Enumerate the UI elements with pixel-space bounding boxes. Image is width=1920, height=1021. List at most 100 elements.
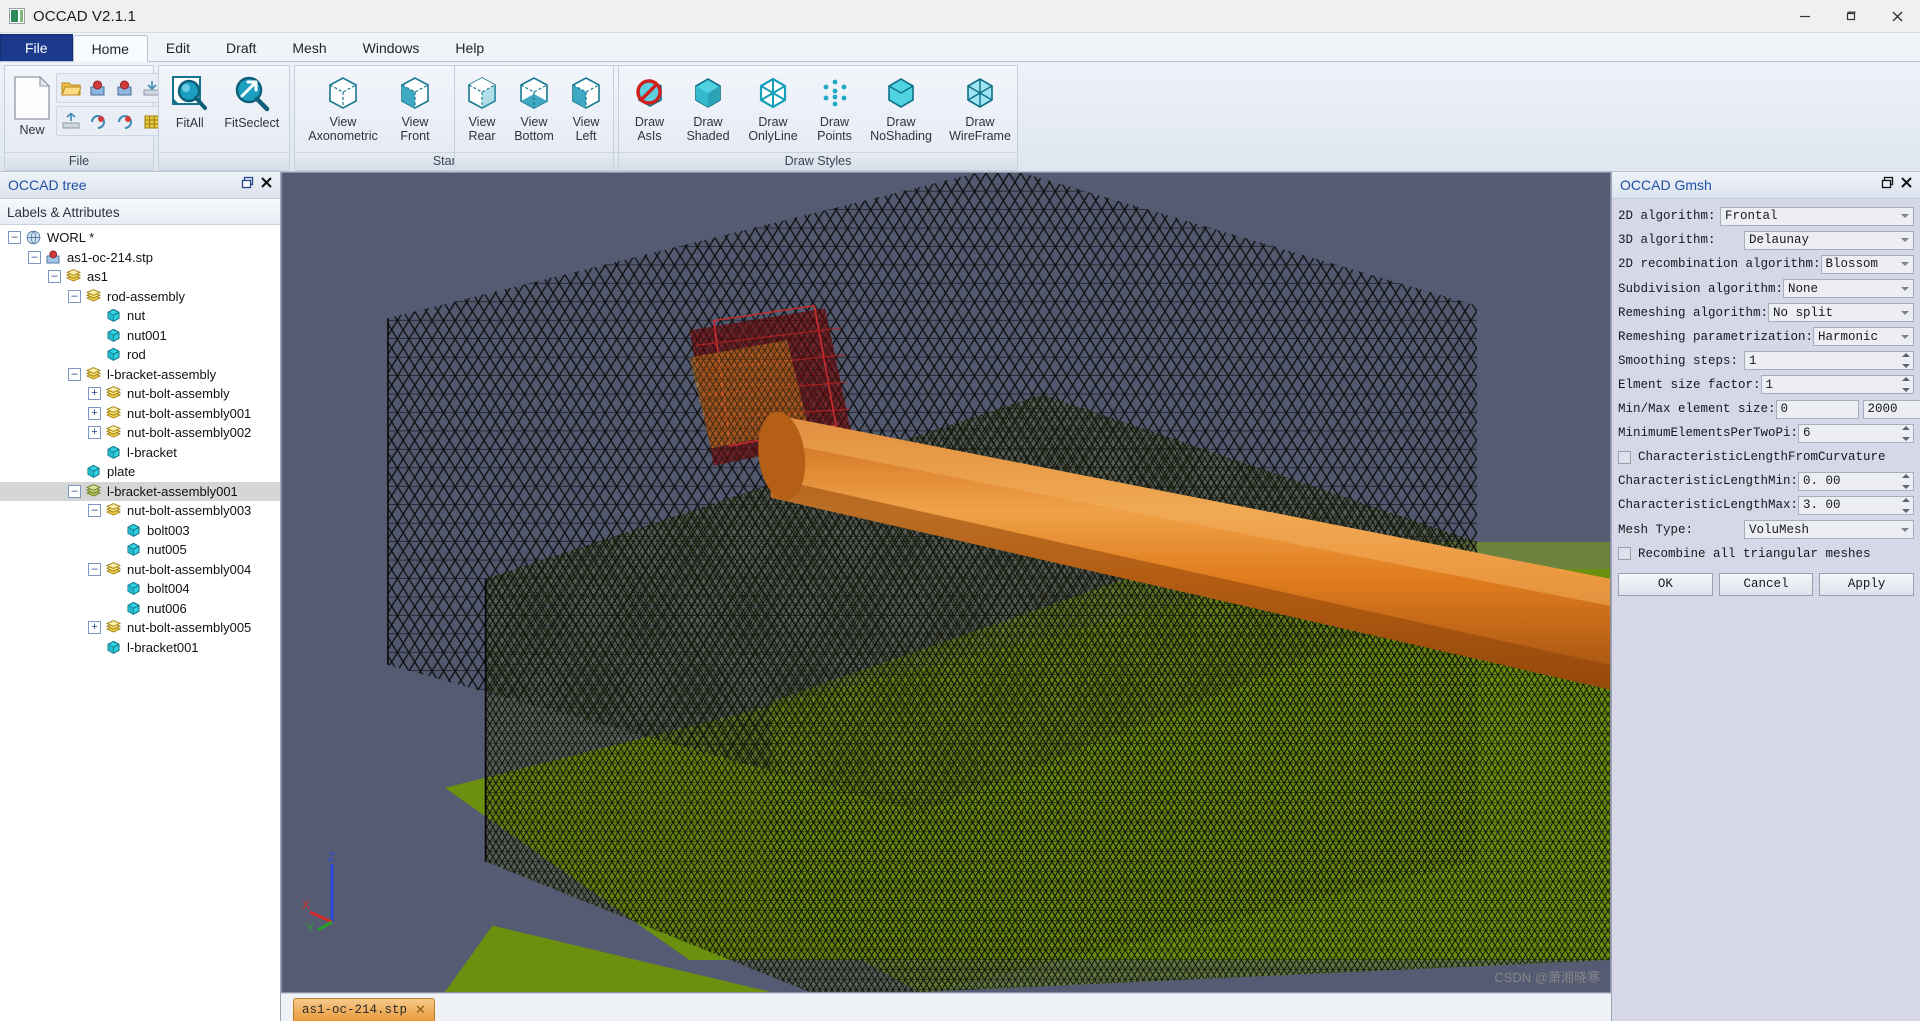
- draw-onlyline-button[interactable]: Draw OnlyLine: [739, 71, 807, 145]
- tree-item-selected[interactable]: – l-bracket-assembly001: [0, 481, 280, 501]
- menu-tab-mesh[interactable]: Mesh: [274, 34, 344, 61]
- view-rear-button[interactable]: View Rear: [458, 71, 506, 145]
- remeshing-parametrization-input[interactable]: Harmonic: [1813, 327, 1914, 347]
- tree-item[interactable]: – rod-assembly: [0, 287, 280, 307]
- collapse-icon[interactable]: –: [28, 250, 41, 264]
- new-button[interactable]: New: [8, 69, 56, 140]
- menu-tab-edit[interactable]: Edit: [148, 34, 208, 61]
- collapse-icon[interactable]: –: [68, 289, 81, 303]
- collapse-icon[interactable]: –: [48, 270, 61, 284]
- tree-toggle-none: [88, 446, 101, 459]
- elment-size-factor-input[interactable]: 1: [1760, 375, 1914, 395]
- restore-icon[interactable]: [241, 176, 254, 194]
- restore-icon[interactable]: [1881, 176, 1894, 194]
- tree-item[interactable]: – as1-oc-214.stp: [0, 248, 280, 268]
- tree-item[interactable]: – nut-bolt-assembly003: [0, 501, 280, 521]
- expand-icon[interactable]: +: [88, 426, 101, 440]
- tree-item[interactable]: – WORL *: [0, 228, 280, 248]
- 3d-viewport[interactable]: Z Y X CSDN @萧湘晓寒: [281, 172, 1611, 993]
- fit-all-button[interactable]: FitAll: [163, 72, 217, 133]
- save-button[interactable]: [59, 109, 83, 133]
- draw-shaded-button[interactable]: Draw Shaded: [677, 71, 739, 145]
- tree-item[interactable]: – nut-bolt-assembly004: [0, 560, 280, 580]
- draw-noshading-button[interactable]: Draw NoShading: [862, 71, 940, 145]
- tree-item[interactable]: nut001: [0, 326, 280, 346]
- tree-item[interactable]: bolt004: [0, 579, 280, 599]
- tree-item[interactable]: plate: [0, 462, 280, 482]
- collapse-icon[interactable]: –: [88, 504, 101, 518]
- tree-item[interactable]: bolt003: [0, 521, 280, 541]
- minimum-elements-per-two-pi-input[interactable]: 6: [1798, 423, 1914, 443]
- collapse-icon[interactable]: –: [8, 231, 21, 245]
- refresh-button[interactable]: [86, 109, 110, 133]
- view-axonometric-button[interactable]: View Axonometric: [298, 71, 388, 145]
- mesh-type-input[interactable]: VoluMesh: [1744, 520, 1914, 540]
- tree-item[interactable]: nut: [0, 306, 280, 326]
- tree-item[interactable]: – as1: [0, 267, 280, 287]
- 2d-recombination-algorithm-input[interactable]: Blossom: [1820, 254, 1914, 274]
- tree-item[interactable]: nut006: [0, 599, 280, 619]
- tree-item[interactable]: l-bracket001: [0, 638, 280, 658]
- smoothing-steps-input[interactable]: 1: [1744, 351, 1914, 371]
- import-step-button[interactable]: [86, 76, 110, 100]
- view-bottom-button[interactable]: View Bottom: [506, 71, 562, 145]
- close-icon[interactable]: ✕: [415, 1002, 426, 1018]
- tree-body[interactable]: – WORL * – as1-oc-214.stp – as1– rod-assembly n…: [0, 225, 280, 1021]
- import-iges-button[interactable]: [113, 76, 137, 100]
- menu-tab-help[interactable]: Help: [437, 34, 502, 61]
- draw-asis-button[interactable]: Draw AsIs: [622, 71, 677, 145]
- menu-tab-draft[interactable]: Draft: [208, 34, 274, 61]
- reload-button[interactable]: [113, 109, 137, 133]
- 3d-algorithm-input[interactable]: Delaunay: [1744, 230, 1914, 250]
- close-icon[interactable]: [260, 176, 273, 194]
- min-element-size-input[interactable]: 0: [1775, 399, 1859, 419]
- ribbon-toolbar: New File FitAll FitSeclect View Axonomet…: [0, 62, 1920, 172]
- tree-item[interactable]: + nut-bolt-assembly005: [0, 618, 280, 638]
- spinner-buttons[interactable]: [1900, 473, 1911, 489]
- view-front-button[interactable]: View Front: [388, 71, 442, 145]
- 2d-algorithm-input[interactable]: Frontal: [1720, 206, 1914, 226]
- spinner-buttons[interactable]: [1900, 353, 1911, 369]
- spinner-buttons[interactable]: [1900, 377, 1911, 393]
- collapse-icon[interactable]: –: [68, 367, 81, 381]
- close-button[interactable]: [1874, 0, 1920, 32]
- collapse-icon[interactable]: –: [88, 562, 101, 576]
- axis-triad: Z Y X: [302, 852, 335, 932]
- menu-tab-file[interactable]: File: [0, 34, 73, 61]
- collapse-icon[interactable]: –: [68, 484, 81, 498]
- expand-icon[interactable]: +: [88, 387, 101, 401]
- spinner-buttons[interactable]: [1900, 497, 1911, 513]
- view-left-button[interactable]: View Left: [562, 71, 610, 145]
- fit-select-button[interactable]: FitSeclect: [218, 72, 285, 133]
- characteristic-length-min-input[interactable]: 0. 00: [1798, 471, 1914, 491]
- tree-item[interactable]: + nut-bolt-assembly001: [0, 404, 280, 424]
- menu-tab-windows[interactable]: Windows: [345, 34, 438, 61]
- draw-points-button[interactable]: Draw Points: [807, 71, 862, 145]
- max-element-size-input[interactable]: 2000: [1862, 399, 1920, 419]
- expand-icon[interactable]: +: [88, 406, 101, 420]
- tree-item[interactable]: rod: [0, 345, 280, 365]
- remeshing-algorithm-input[interactable]: No split: [1768, 303, 1914, 323]
- ok-button[interactable]: OK: [1618, 572, 1713, 596]
- expand-icon[interactable]: +: [88, 621, 101, 635]
- tree-item[interactable]: – l-bracket-assembly: [0, 365, 280, 385]
- tree-item[interactable]: nut005: [0, 540, 280, 560]
- close-icon[interactable]: [1900, 176, 1913, 194]
- maximize-button[interactable]: [1828, 0, 1874, 32]
- characteristic-length-max-input[interactable]: 3. 00: [1798, 495, 1914, 515]
- document-tab[interactable]: as1-oc-214.stp ✕: [293, 998, 435, 1021]
- subdivision-algorithm-input[interactable]: None: [1783, 279, 1914, 299]
- menu-tab-home[interactable]: Home: [72, 35, 148, 62]
- tree-item[interactable]: + nut-bolt-assembly002: [0, 423, 280, 443]
- minimize-button[interactable]: [1782, 0, 1828, 32]
- open-file-button[interactable]: [59, 76, 83, 100]
- tree-item[interactable]: l-bracket: [0, 443, 280, 463]
- cancel-button[interactable]: Cancel: [1718, 572, 1814, 596]
- recombine-all-triangular-meshes-checkbox[interactable]: [1618, 547, 1631, 561]
- draw-wireframe-button[interactable]: Draw WireFrame: [940, 71, 1020, 145]
- tree-item[interactable]: + nut-bolt-assembly: [0, 384, 280, 404]
- apply-button[interactable]: Apply: [1819, 572, 1915, 596]
- spinner-buttons[interactable]: [1900, 425, 1911, 441]
- remeshing-algorithm-row: Remeshing algorithm: No split: [1618, 301, 1914, 324]
- characteristic-length-from-curvature-checkbox[interactable]: [1618, 450, 1631, 464]
